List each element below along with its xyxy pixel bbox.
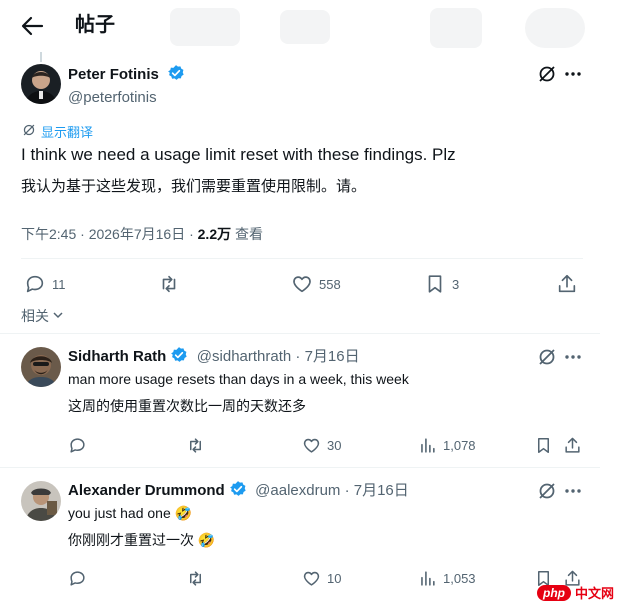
post-timestamp[interactable]: 下午2:45 · 2026年7月16日 · <box>21 226 198 242</box>
reply-1-handle[interactable]: @sidharthrath · 7月16日 <box>197 348 360 365</box>
like-count: 10 <box>327 571 342 586</box>
views-button[interactable]: 1,053 <box>418 569 476 588</box>
view-count: 1,053 <box>443 571 476 586</box>
author-handle[interactable]: @peterfotinis <box>68 88 185 108</box>
related-label: 相关 <box>21 308 49 324</box>
author-name-text: Peter Fotinis <box>68 66 159 83</box>
reply-button[interactable]: 11 <box>24 273 66 295</box>
bookmark-button[interactable] <box>534 436 553 455</box>
post-views-label: 查看 <box>231 226 263 242</box>
reply-count: 11 <box>52 276 66 292</box>
site-watermark: php 中文网 <box>536 583 614 602</box>
like-button[interactable]: 10 <box>302 569 341 588</box>
post-translation: 我认为基于这些发现，我们需要重置使用限制。请。 <box>21 178 367 195</box>
repost-icon <box>189 438 202 453</box>
heart-icon <box>303 438 320 453</box>
heart-icon <box>293 276 311 293</box>
verified-badge-icon <box>170 346 188 369</box>
post-meta: 下午2:45 · 2026年7月16日 · 2.2万 查看 <box>21 225 263 243</box>
views-button[interactable]: 1,078 <box>418 436 476 455</box>
heart-icon <box>303 571 320 586</box>
reply-2-translation: 你刚刚才重置过一次 🤣 <box>68 532 216 548</box>
reply-button[interactable] <box>68 436 87 455</box>
reply-icon <box>70 438 85 453</box>
post-text: I think we need a usage limit reset with… <box>21 145 456 164</box>
reply-icon <box>70 571 85 586</box>
bookmark-button[interactable]: 3 <box>424 273 459 295</box>
avatar-sidharth-rath[interactable] <box>21 347 61 387</box>
bookmark-icon <box>428 275 442 293</box>
author-name[interactable]: Peter Fotinis <box>68 64 185 88</box>
show-translation-link[interactable]: 显示翻译 <box>22 122 93 141</box>
post-view-count: 2.2万 <box>197 226 232 242</box>
like-button[interactable]: 558 <box>291 273 341 295</box>
reply-button[interactable] <box>68 569 87 588</box>
verified-badge-icon <box>167 64 185 88</box>
repost-icon <box>162 275 176 293</box>
divider <box>0 467 600 468</box>
reply-2-handle[interactable]: @aalexdrum · 7月16日 <box>255 482 409 499</box>
like-count: 558 <box>319 276 341 292</box>
page-title: 帖子 <box>75 14 115 36</box>
reply-2-author-name[interactable]: Alexander Drummond <box>68 482 225 499</box>
grok-icon[interactable] <box>536 346 558 368</box>
thread-connector-line <box>40 52 42 62</box>
more-options-icon[interactable] <box>562 346 584 368</box>
like-count: 30 <box>327 438 342 453</box>
share-button[interactable] <box>556 273 578 295</box>
more-options-icon[interactable] <box>562 63 584 85</box>
reply-2-header: Alexander Drummond @aalexdrum · 7月16日 <box>68 480 409 503</box>
analytics-icon <box>421 571 435 586</box>
repost-button[interactable] <box>186 436 205 455</box>
analytics-icon <box>421 438 435 453</box>
chevron-down-icon <box>52 308 64 324</box>
share-icon <box>558 274 576 293</box>
watermark-logo: php <box>536 584 571 601</box>
bookmark-icon <box>537 438 550 453</box>
more-options-icon[interactable] <box>562 480 584 502</box>
related-dropdown[interactable]: 相关 <box>21 306 64 326</box>
reply-1-translation: 这周的使用重置次数比一周的天数还多 <box>68 398 306 414</box>
reply-icon <box>26 275 44 293</box>
verified-badge-icon <box>229 480 247 503</box>
back-arrow-icon[interactable] <box>18 12 46 40</box>
translate-label: 显示翻译 <box>41 125 94 140</box>
share-icon <box>565 437 580 453</box>
bookmark-count: 3 <box>452 276 460 292</box>
repost-button[interactable] <box>158 273 180 295</box>
reply-1-author-name[interactable]: Sidharth Rath <box>68 348 166 365</box>
avatar-alexander-drummond[interactable] <box>21 481 61 521</box>
divider <box>21 258 583 259</box>
view-count: 1,078 <box>443 438 476 453</box>
share-button[interactable] <box>563 436 582 455</box>
header-bar: 帖子 <box>0 0 620 52</box>
repost-icon <box>189 571 202 586</box>
grok-icon[interactable] <box>536 480 558 502</box>
watermark-text: 中文网 <box>574 586 614 601</box>
like-button[interactable]: 30 <box>302 436 341 455</box>
repost-button[interactable] <box>186 569 205 588</box>
translate-icon <box>22 123 36 140</box>
reply-1-header: Sidharth Rath @sidharthrath · 7月16日 <box>68 346 360 369</box>
reply-2-text: you just had one 🤣 <box>68 505 193 521</box>
divider <box>0 333 600 334</box>
reply-1-text: man more usage resets than days in a wee… <box>68 371 409 387</box>
author-block: Peter Fotinis @peterfotinis <box>68 64 185 108</box>
avatar-peter-fotinis[interactable] <box>21 64 61 104</box>
grok-icon[interactable] <box>536 63 558 85</box>
